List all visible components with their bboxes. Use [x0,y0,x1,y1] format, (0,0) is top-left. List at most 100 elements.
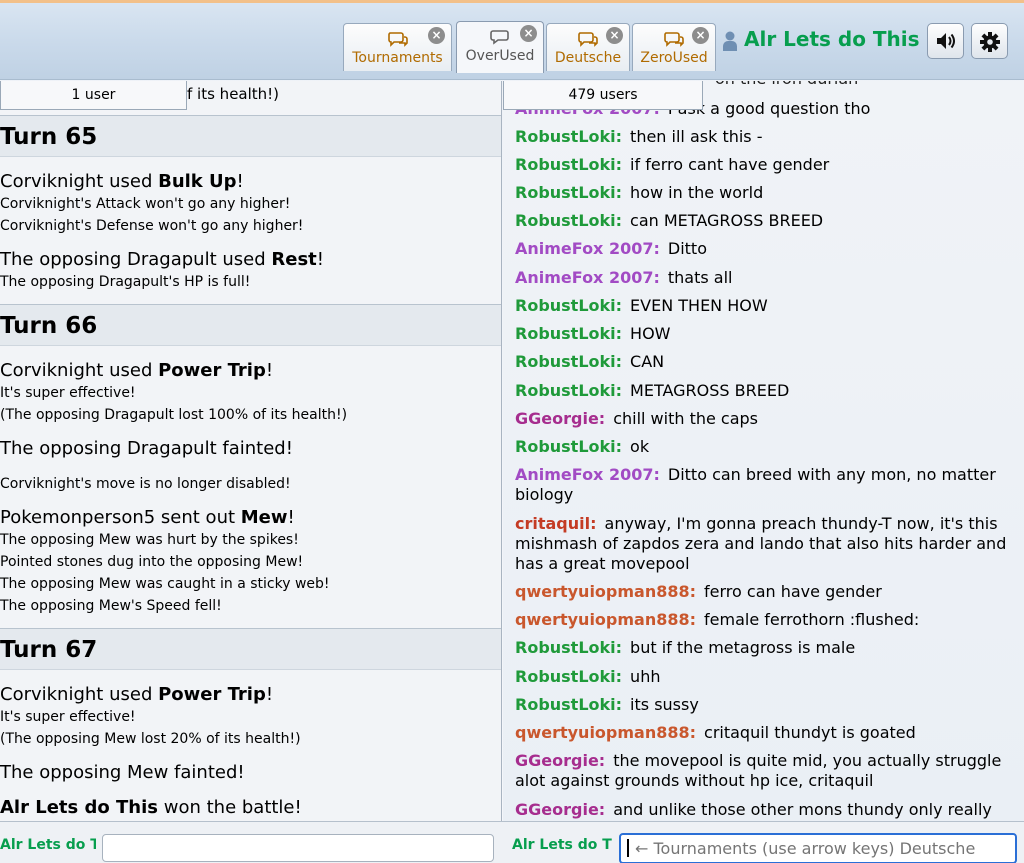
chat-username[interactable]: RobustLoki: [515,324,622,343]
log-line: Pokemonperson5 sent out Mew! [0,507,295,528]
tab-label: ZeroUsed [640,50,708,66]
chat-username[interactable]: RobustLoki: [515,211,622,230]
chat-message: RobustLoki: if ferro cant have gender [515,155,1015,175]
tab-label: Tournaments [352,50,443,66]
move-name: Power Trip [158,684,266,705]
chat-username[interactable]: qwertyuiopman888: [515,723,696,742]
tab-overused[interactable]: OverUsed × [456,21,544,73]
close-icon[interactable]: × [606,27,623,44]
chat-text: and unlike those other mons thundy only … [613,800,992,819]
log-line: It's super effective! [0,385,136,401]
pokemon-name: Mew [240,507,288,528]
header-bar: Tournaments × OverUsed × Deutsche × Zero… [0,3,1024,80]
chat-username[interactable]: RobustLoki: [515,127,622,146]
chat-username[interactable]: critaquil: [515,514,597,533]
close-icon[interactable]: × [428,27,445,44]
log-line: The opposing Mew fainted! [0,762,245,783]
move-name: Rest [271,249,317,270]
chat-message: GGeorgie: and unlike those other mons thu… [515,800,1015,820]
chat-bubble-icon [490,30,509,45]
bottom-bar: Alr Lets do T Alr Lets do T [0,821,1024,863]
chat-username[interactable]: GGeorgie: [515,800,605,819]
lobby-chat-textfield[interactable] [621,835,1015,862]
winner-line: Alr Lets do This won the battle! [0,797,302,818]
chat-message: RobustLoki: but if the metagross is male [515,638,1015,658]
chat-username[interactable]: AnimeFox 2007: [515,268,660,287]
close-icon[interactable]: × [692,27,709,44]
battle-chat-input[interactable] [102,834,494,862]
chat-message: qwertyuiopman888: critaquil thundyt is go… [515,723,1015,743]
chat-text: critaquil thundyt is goated [704,723,916,742]
text-caret [627,839,629,857]
chat-text: HOW [630,324,671,343]
log-line: f its health!) [187,85,280,103]
chat-message: RobustLoki: EVEN THEN HOW [515,296,1015,316]
tab-label: Deutsche [554,50,622,66]
chat-message: RobustLoki: its sussy [515,695,1015,715]
chat-username[interactable]: RobustLoki: [515,695,622,714]
log-line: Corviknight used Power Trip! [0,360,274,381]
chat-message: RobustLoki: METAGROSS BREED [515,381,1015,401]
winner-name: Alr Lets do This [0,797,159,818]
chat-message: RobustLoki: HOW [515,324,1015,344]
chat-username[interactable]: RobustLoki: [515,667,622,686]
chat-text: Ditto [667,239,707,258]
log-line: Corviknight's move is no longer disabled… [0,476,291,492]
chat-text: if ferro cant have gender [630,155,830,174]
chat-username[interactable]: RobustLoki: [515,381,622,400]
log-line: Corviknight used Bulk Up! [0,171,244,192]
chat-text: chill with the caps [613,409,759,428]
user-icon [723,31,737,51]
log-line: (The opposing Mew lost 20% of its health… [0,731,301,747]
userlist-toggle[interactable]: 479 users [503,81,703,110]
log-line: The opposing Mew's Speed fell! [0,598,222,614]
chat-bubbles-icon [664,32,684,47]
log-line: Corviknight's Defense won't go any highe… [0,218,304,234]
battle-chat-textfield[interactable] [103,835,493,861]
log-line: The opposing Mew was caught in a sticky … [0,576,330,592]
chat-text: can METAGROSS BREED [630,211,824,230]
sound-button[interactable] [927,23,964,59]
chat-username[interactable]: AnimeFox 2007: [515,239,660,258]
chat-text: its sussy [630,695,699,714]
turn-header: Turn 67 [0,628,501,670]
chat-username[interactable]: RobustLoki: [515,296,622,315]
close-icon[interactable]: × [520,25,537,42]
tab-zeroused[interactable]: ZeroUsed × [632,23,716,71]
log-line: (The opposing Dragapult lost 100% of its… [0,407,348,423]
settings-button[interactable] [971,23,1008,59]
chat-username[interactable]: AnimeFox 2007: [515,465,660,484]
chat-message: AnimeFox 2007: thats all [515,268,1015,288]
chat-username[interactable]: qwertyuiopman888: [515,610,696,629]
chat-username[interactable]: RobustLoki: [515,437,622,456]
chat-username[interactable]: RobustLoki: [515,638,622,657]
chat-message: qwertyuiopman888: ferro can have gender [515,582,1015,602]
chat-username[interactable]: qwertyuiopman888: [515,582,696,601]
username[interactable]: Alr Lets do This [744,27,920,51]
lobby-chat-input[interactable] [619,833,1017,863]
lobby-chat-username[interactable]: Alr Lets do T [512,837,614,853]
chat-text: METAGROSS BREED [630,381,790,400]
move-name: Bulk Up [158,171,237,192]
chat-message: critaquil: anyway, I'm gonna preach thund… [515,514,1015,574]
battle-chat-username[interactable]: Alr Lets do T [0,837,96,853]
chat-text: then ill ask this - [630,127,763,146]
chat-username[interactable]: GGeorgie: [515,751,605,770]
turn-header: Turn 65 [0,115,501,157]
chat-message: RobustLoki: how in the world [515,183,1015,203]
chat-message: RobustLoki: can METAGROSS BREED [515,211,1015,231]
chat-username[interactable]: RobustLoki: [515,352,622,371]
log-line: The opposing Mew was hurt by the spikes! [0,532,299,548]
chat-text: but if the metagross is male [630,638,856,657]
chat-username[interactable]: GGeorgie: [515,409,605,428]
chat-log: on the iron durian 479 users AnimeFox 20… [503,81,1024,821]
tab-deutsche[interactable]: Deutsche × [546,23,630,71]
tab-tournaments[interactable]: Tournaments × [343,23,452,71]
log-line: Corviknight's Attack won't go any higher… [0,196,291,212]
log-line: Corviknight used Power Trip! [0,684,274,705]
gear-icon [980,32,1000,52]
chat-text: thats all [667,268,733,287]
chat-username[interactable]: RobustLoki: [515,155,622,174]
userlist-toggle[interactable]: 1 user [0,81,187,110]
chat-username[interactable]: RobustLoki: [515,183,622,202]
